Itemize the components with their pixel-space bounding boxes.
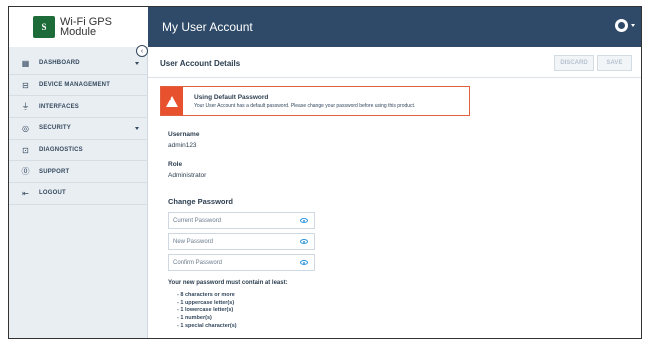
- sidebar-item-interfaces[interactable]: ⏚ INTERFACES: [9, 96, 148, 119]
- box-icon: ⊟: [22, 80, 29, 90]
- list-item: - 1 uppercase letter(s): [177, 299, 235, 306]
- sidebar-item-device-management[interactable]: ⊟ DEVICE MANAGEMENT: [9, 75, 148, 97]
- header: My User Account: [148, 7, 641, 47]
- password-requirements-intro: Your new password must contain at least:: [168, 280, 288, 286]
- logo: S Wi-Fi GPS Module: [9, 7, 148, 47]
- user-menu-button[interactable]: [615, 19, 635, 32]
- sidebar-item-security[interactable]: ◎ SECURITY: [9, 118, 148, 140]
- plug-icon: ⏚: [21, 102, 30, 112]
- shield-icon: ◎: [22, 123, 29, 133]
- warning-icon: [166, 95, 178, 107]
- sidebar-item-logout[interactable]: ⇤ LOGOUT: [9, 183, 148, 205]
- chart-icon: ⊡: [22, 145, 29, 155]
- warning-mark-icon: !: [169, 95, 172, 102]
- sidebar-item-label: DASHBOARD: [39, 60, 80, 67]
- sidebar-item-label: DEVICE MANAGEMENT: [39, 82, 111, 89]
- chevron-down-icon[interactable]: [135, 62, 139, 65]
- username-label: Username: [168, 131, 200, 138]
- confirm-password-placeholder: Confirm Password: [173, 259, 223, 266]
- page-title: User Account Details: [160, 59, 241, 68]
- sidebar-item-dashboard[interactable]: ▦ DASHBOARD: [9, 53, 148, 75]
- help-icon: ⓪: [21, 167, 30, 177]
- save-button[interactable]: SAVE: [597, 55, 632, 71]
- show-password-eye-icon[interactable]: [300, 239, 308, 244]
- list-item: - 1 number(s): [177, 315, 212, 322]
- chevron-down-icon[interactable]: [135, 127, 139, 131]
- page-header-title: My User Account: [162, 20, 253, 34]
- logout-icon: ⇤: [22, 188, 29, 198]
- new-password-placeholder: New Password: [173, 238, 214, 245]
- alert-title: Using Default Password: [194, 94, 269, 101]
- list-item: - 1 lowercase letter(s): [177, 307, 234, 314]
- sidebar-item-label: SECURITY: [39, 125, 71, 132]
- sidebar-item-support[interactable]: ⓪ SUPPORT: [9, 161, 148, 184]
- default-password-alert: ! Using Default Password Your User Accou…: [160, 86, 470, 116]
- show-password-eye-icon[interactable]: [300, 260, 308, 265]
- alert-message: Your User Account has a default password…: [194, 103, 416, 109]
- user-avatar-icon: [615, 19, 628, 32]
- app-window: S Wi-Fi GPS Module ▦ DASHBOARD ⊟ DEVICE …: [8, 6, 642, 339]
- discard-button[interactable]: DISCARD: [554, 55, 594, 71]
- change-password-title: Change Password: [168, 197, 234, 206]
- list-item: - 1 special character(s): [177, 322, 237, 329]
- username-value: admin123: [168, 142, 197, 149]
- show-password-eye-icon[interactable]: [300, 218, 308, 223]
- logo-line-2: Module: [60, 26, 97, 38]
- role-label: Role: [168, 161, 183, 168]
- main-content: User Account Details DISCARD SAVE ! Usin…: [148, 47, 641, 338]
- sidebar-item-label: SUPPORT: [39, 168, 70, 175]
- password-requirements-list: - 8 characters or more - 1 uppercase let…: [177, 292, 237, 331]
- chevron-down-icon: [631, 24, 635, 27]
- logo-mark: S: [33, 16, 55, 38]
- chevron-left-icon: ‹: [140, 47, 144, 55]
- logo-text: Wi-Fi GPS Module: [60, 17, 112, 38]
- divider: [148, 77, 641, 78]
- confirm-password-input[interactable]: Confirm Password: [168, 254, 315, 271]
- sidebar-item-diagnostics[interactable]: ⊡ DIAGNOSTICS: [9, 140, 148, 162]
- sidebar-nav: ▦ DASHBOARD ⊟ DEVICE MANAGEMENT ⏚ INTERF…: [9, 53, 148, 205]
- role-value: Administrator: [168, 172, 207, 179]
- grid-icon: ▦: [21, 58, 30, 68]
- alert-icon-box: !: [161, 87, 183, 115]
- sidebar-item-label: DIAGNOSTICS: [39, 147, 83, 154]
- sidebar-item-label: LOGOUT: [39, 190, 66, 197]
- sidebar: S Wi-Fi GPS Module ▦ DASHBOARD ⊟ DEVICE …: [9, 7, 148, 338]
- sidebar-item-label: INTERFACES: [39, 103, 80, 110]
- list-item: - 8 characters or more: [177, 292, 235, 298]
- current-password-input[interactable]: Current Password: [168, 212, 315, 229]
- collapse-sidebar-button[interactable]: ‹: [136, 45, 148, 57]
- new-password-input[interactable]: New Password: [168, 233, 315, 250]
- current-password-placeholder: Current Password: [173, 217, 222, 224]
